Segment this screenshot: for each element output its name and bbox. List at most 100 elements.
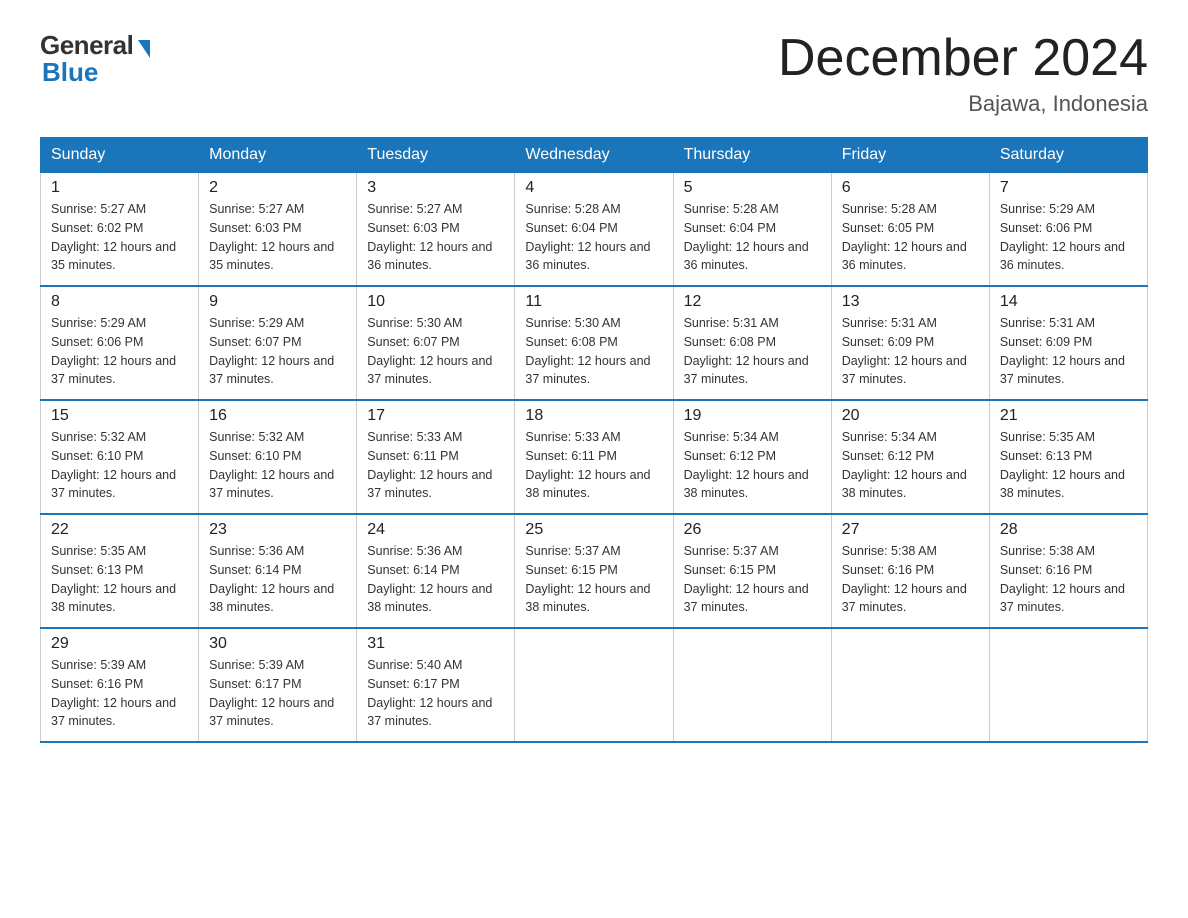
table-row: 12 Sunrise: 5:31 AMSunset: 6:08 PMDayligh…: [673, 286, 831, 400]
day-number: 29: [51, 635, 188, 653]
day-number: 30: [209, 635, 346, 653]
col-sunday: Sunday: [41, 138, 199, 173]
location-text: Bajawa, Indonesia: [778, 91, 1148, 117]
table-row: 16 Sunrise: 5:32 AMSunset: 6:10 PMDayligh…: [199, 400, 357, 514]
day-number: 26: [684, 521, 821, 539]
table-row: 6Sunrise: 5:28 AMSunset: 6:05 PMDaylight…: [831, 173, 989, 287]
day-info: Sunrise: 5:31 AMSunset: 6:09 PMDaylight:…: [1000, 314, 1137, 389]
calendar-week-row: 1 Sunrise: 5:27 AMSunset: 6:02 PMDaylight…: [41, 173, 1148, 287]
day-info: Sunrise: 5:28 AMSunset: 6:04 PMDaylight:…: [525, 200, 662, 275]
day-info: Sunrise: 5:31 AMSunset: 6:08 PMDaylight:…: [684, 314, 821, 389]
day-info: Sunrise: 5:37 AMSunset: 6:15 PMDaylight:…: [684, 542, 821, 617]
day-info: Sunrise: 5:36 AMSunset: 6:14 PMDaylight:…: [209, 542, 346, 617]
table-row: [831, 628, 989, 742]
day-number: 9: [209, 293, 346, 311]
table-row: 17 Sunrise: 5:33 AMSunset: 6:11 PMDayligh…: [357, 400, 515, 514]
day-number: 25: [525, 521, 662, 539]
day-info: Sunrise: 5:38 AMSunset: 6:16 PMDaylight:…: [842, 542, 979, 617]
day-number: 13: [842, 293, 979, 311]
day-number: 23: [209, 521, 346, 539]
table-row: 19 Sunrise: 5:34 AMSunset: 6:12 PMDayligh…: [673, 400, 831, 514]
table-row: [673, 628, 831, 742]
day-number: 4: [525, 179, 662, 197]
day-info: Sunrise: 5:39 AMSunset: 6:16 PMDaylight:…: [51, 656, 188, 731]
table-row: 7 Sunrise: 5:29 AMSunset: 6:06 PMDaylight…: [989, 173, 1147, 287]
table-row: 9 Sunrise: 5:29 AMSunset: 6:07 PMDaylight…: [199, 286, 357, 400]
day-number: 24: [367, 521, 504, 539]
calendar-table: Sunday Monday Tuesday Wednesday Thursday…: [40, 137, 1148, 743]
logo-arrow-icon: [138, 40, 150, 58]
day-info: Sunrise: 5:37 AMSunset: 6:15 PMDaylight:…: [525, 542, 662, 617]
day-info: Sunrise: 5:28 AMSunset: 6:05 PMDaylight:…: [842, 200, 979, 275]
table-row: 25 Sunrise: 5:37 AMSunset: 6:15 PMDayligh…: [515, 514, 673, 628]
table-row: 24 Sunrise: 5:36 AMSunset: 6:14 PMDayligh…: [357, 514, 515, 628]
day-number: 22: [51, 521, 188, 539]
table-row: 20 Sunrise: 5:34 AMSunset: 6:12 PMDayligh…: [831, 400, 989, 514]
calendar-header-row: Sunday Monday Tuesday Wednesday Thursday…: [41, 138, 1148, 173]
day-number: 8: [51, 293, 188, 311]
table-row: 8Sunrise: 5:29 AMSunset: 6:06 PMDaylight…: [41, 286, 199, 400]
table-row: 11Sunrise: 5:30 AMSunset: 6:08 PMDayligh…: [515, 286, 673, 400]
table-row: 3Sunrise: 5:27 AMSunset: 6:03 PMDaylight…: [357, 173, 515, 287]
day-number: 5: [684, 179, 821, 197]
table-row: 14Sunrise: 5:31 AMSunset: 6:09 PMDayligh…: [989, 286, 1147, 400]
day-number: 20: [842, 407, 979, 425]
calendar-week-row: 22Sunrise: 5:35 AMSunset: 6:13 PMDayligh…: [41, 514, 1148, 628]
day-info: Sunrise: 5:31 AMSunset: 6:09 PMDaylight:…: [842, 314, 979, 389]
day-info: Sunrise: 5:28 AMSunset: 6:04 PMDaylight:…: [684, 200, 821, 275]
day-number: 19: [684, 407, 821, 425]
col-saturday: Saturday: [989, 138, 1147, 173]
logo-blue-text: Blue: [40, 57, 98, 88]
day-info: Sunrise: 5:32 AMSunset: 6:10 PMDaylight:…: [209, 428, 346, 503]
col-monday: Monday: [199, 138, 357, 173]
day-info: Sunrise: 5:33 AMSunset: 6:11 PMDaylight:…: [525, 428, 662, 503]
day-info: Sunrise: 5:34 AMSunset: 6:12 PMDaylight:…: [842, 428, 979, 503]
day-number: 27: [842, 521, 979, 539]
table-row: 26 Sunrise: 5:37 AMSunset: 6:15 PMDayligh…: [673, 514, 831, 628]
table-row: 30Sunrise: 5:39 AMSunset: 6:17 PMDayligh…: [199, 628, 357, 742]
table-row: 23 Sunrise: 5:36 AMSunset: 6:14 PMDayligh…: [199, 514, 357, 628]
day-info: Sunrise: 5:34 AMSunset: 6:12 PMDaylight:…: [684, 428, 821, 503]
day-info: Sunrise: 5:33 AMSunset: 6:11 PMDaylight:…: [367, 428, 504, 503]
table-row: 31 Sunrise: 5:40 AMSunset: 6:17 PMDayligh…: [357, 628, 515, 742]
day-info: Sunrise: 5:40 AMSunset: 6:17 PMDaylight:…: [367, 656, 504, 731]
table-row: 5 Sunrise: 5:28 AMSunset: 6:04 PMDaylight…: [673, 173, 831, 287]
page-header: General Blue December 2024 Bajawa, Indon…: [40, 30, 1148, 117]
table-row: 4 Sunrise: 5:28 AMSunset: 6:04 PMDaylight…: [515, 173, 673, 287]
table-row: 10 Sunrise: 5:30 AMSunset: 6:07 PMDayligh…: [357, 286, 515, 400]
col-thursday: Thursday: [673, 138, 831, 173]
col-friday: Friday: [831, 138, 989, 173]
day-info: Sunrise: 5:35 AMSunset: 6:13 PMDaylight:…: [1000, 428, 1137, 503]
day-info: Sunrise: 5:29 AMSunset: 6:07 PMDaylight:…: [209, 314, 346, 389]
table-row: 18 Sunrise: 5:33 AMSunset: 6:11 PMDayligh…: [515, 400, 673, 514]
table-row: 28 Sunrise: 5:38 AMSunset: 6:16 PMDayligh…: [989, 514, 1147, 628]
calendar-week-row: 15Sunrise: 5:32 AMSunset: 6:10 PMDayligh…: [41, 400, 1148, 514]
table-row: 22Sunrise: 5:35 AMSunset: 6:13 PMDayligh…: [41, 514, 199, 628]
table-row: 13 Sunrise: 5:31 AMSunset: 6:09 PMDayligh…: [831, 286, 989, 400]
day-number: 17: [367, 407, 504, 425]
col-tuesday: Tuesday: [357, 138, 515, 173]
day-number: 21: [1000, 407, 1137, 425]
day-info: Sunrise: 5:36 AMSunset: 6:14 PMDaylight:…: [367, 542, 504, 617]
day-number: 18: [525, 407, 662, 425]
logo: General Blue: [40, 30, 150, 88]
title-block: December 2024 Bajawa, Indonesia: [778, 30, 1148, 117]
day-number: 12: [684, 293, 821, 311]
day-info: Sunrise: 5:29 AMSunset: 6:06 PMDaylight:…: [1000, 200, 1137, 275]
day-info: Sunrise: 5:30 AMSunset: 6:07 PMDaylight:…: [367, 314, 504, 389]
table-row: 21 Sunrise: 5:35 AMSunset: 6:13 PMDayligh…: [989, 400, 1147, 514]
table-row: 2Sunrise: 5:27 AMSunset: 6:03 PMDaylight…: [199, 173, 357, 287]
day-number: 10: [367, 293, 504, 311]
day-number: 31: [367, 635, 504, 653]
table-row: 27 Sunrise: 5:38 AMSunset: 6:16 PMDayligh…: [831, 514, 989, 628]
day-number: 28: [1000, 521, 1137, 539]
month-title: December 2024: [778, 30, 1148, 87]
calendar-week-row: 8Sunrise: 5:29 AMSunset: 6:06 PMDaylight…: [41, 286, 1148, 400]
day-info: Sunrise: 5:38 AMSunset: 6:16 PMDaylight:…: [1000, 542, 1137, 617]
day-number: 16: [209, 407, 346, 425]
table-row: 1 Sunrise: 5:27 AMSunset: 6:02 PMDaylight…: [41, 173, 199, 287]
day-number: 1: [51, 179, 188, 197]
day-info: Sunrise: 5:27 AMSunset: 6:02 PMDaylight:…: [51, 200, 188, 275]
table-row: [515, 628, 673, 742]
day-number: 7: [1000, 179, 1137, 197]
